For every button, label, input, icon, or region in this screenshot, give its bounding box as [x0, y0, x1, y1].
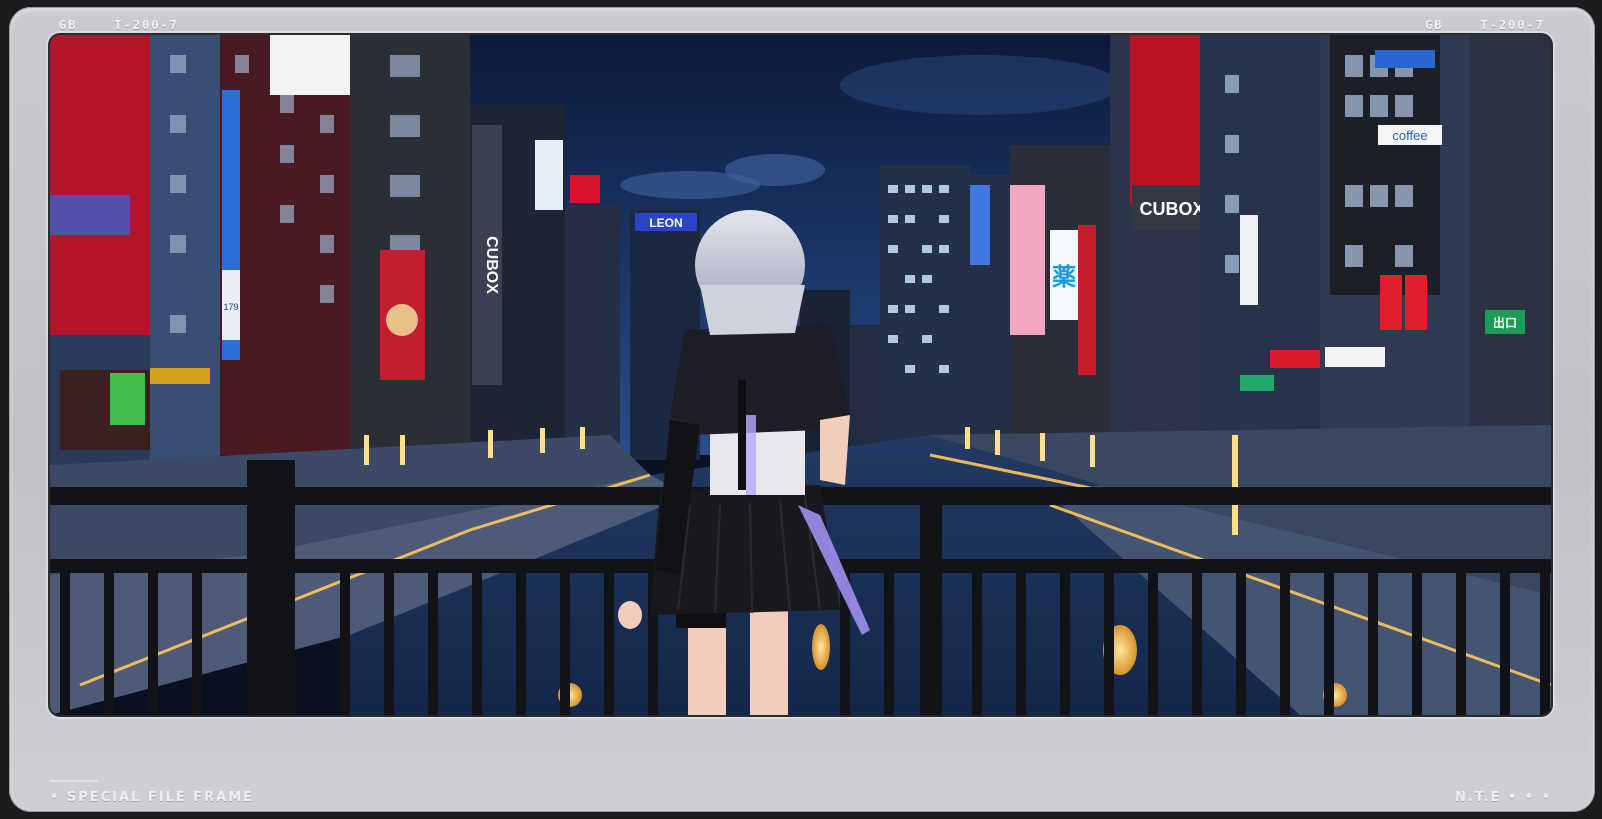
exit-sign-text: 出口: [1493, 315, 1517, 330]
character-right-arm: [820, 415, 850, 485]
frame-caption-bottom-right: N.T.E • • •: [1454, 790, 1552, 805]
right-building-6: [1470, 35, 1551, 455]
footer-divider: [50, 780, 98, 782]
left-billboard-white: [270, 35, 355, 95]
game-screenshot: LEON 179 CUBOX 薬 CUBOX coffee 出口: [50, 35, 1551, 715]
character-knife: [746, 415, 756, 495]
cubox-right-text: CUBOX: [1139, 199, 1204, 219]
left-billboard: [50, 35, 155, 335]
character-jacket: [670, 325, 850, 435]
cloud: [725, 154, 825, 186]
leon-sign-text: LEON: [649, 216, 682, 230]
right-billboard-red: [1130, 35, 1210, 205]
cubox-left-text: CUBOX: [483, 236, 500, 294]
distant-building: [850, 325, 880, 460]
frame-caption-bottom-left: • SPECIAL FILE FRAME: [50, 790, 255, 805]
cloud: [840, 55, 1120, 115]
city-scene: LEON 179 CUBOX 薬 CUBOX coffee 出口: [50, 35, 1551, 715]
character-hand: [618, 601, 642, 629]
frame-code-top-right: GB T-200-7: [1425, 18, 1545, 32]
anime-poster: [1010, 185, 1045, 335]
red-sign: [570, 175, 600, 203]
frame-code-top-left: GB T-200-7: [59, 18, 179, 32]
green-poster: [110, 373, 145, 425]
right-building-4: [1200, 35, 1320, 465]
red-vertical-sign: [1380, 275, 1402, 330]
shop-sign: [150, 368, 210, 384]
vertical-sign-number: 179: [223, 302, 238, 312]
blue-sign: [1375, 50, 1435, 68]
coffee-sign-text: coffee: [1392, 128, 1427, 143]
left-building-6: [565, 205, 620, 465]
character-leg: [750, 605, 788, 715]
white-sign: [535, 140, 563, 210]
lantern: [812, 624, 830, 670]
yaku-sign-text: 薬: [1052, 263, 1076, 291]
